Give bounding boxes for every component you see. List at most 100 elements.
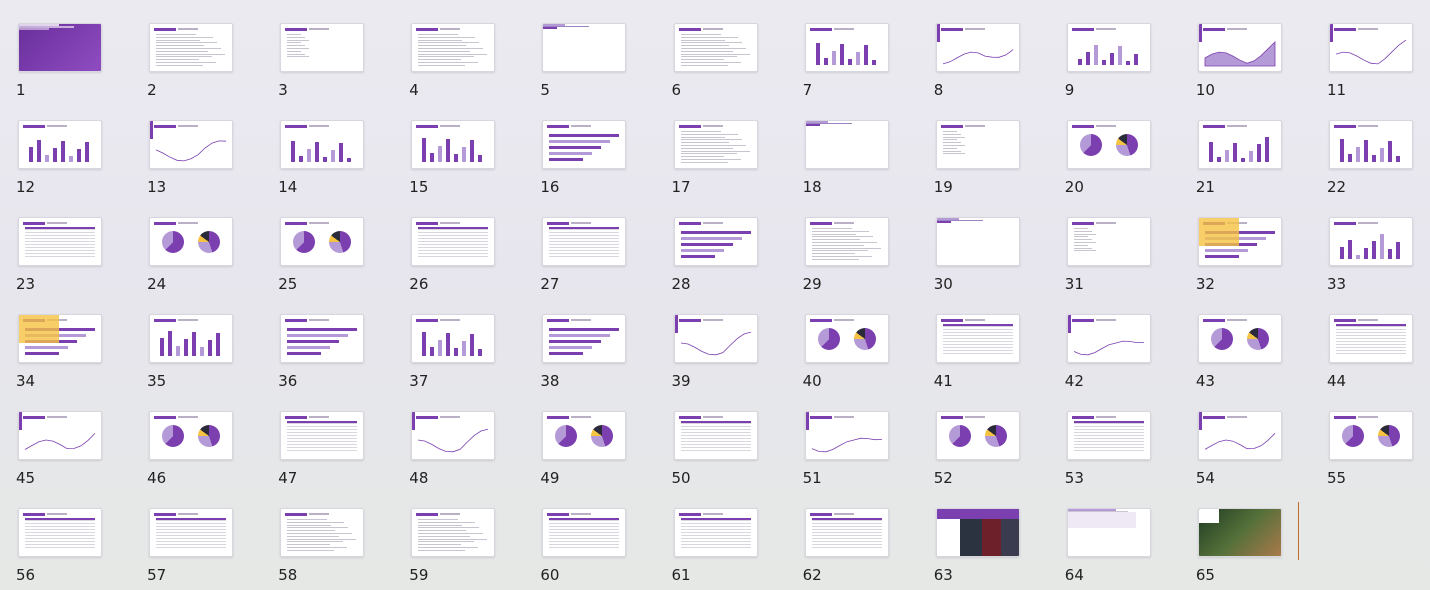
slide-thumbnail-item[interactable]: 10 xyxy=(1189,23,1309,103)
slide-thumbnail-item[interactable]: 37 xyxy=(402,314,522,394)
slide-thumbnail-item[interactable]: 43 xyxy=(1189,314,1309,394)
slide-thumbnail-item[interactable]: 6 xyxy=(665,23,785,103)
slide-preview[interactable] xyxy=(18,120,102,169)
slide-preview[interactable] xyxy=(804,120,889,169)
slide-thumbnail-item[interactable]: 21 xyxy=(1189,120,1309,200)
slide-preview[interactable] xyxy=(18,217,102,266)
slide-thumbnail-item[interactable]: 4 xyxy=(402,23,522,103)
slide-thumbnail-item[interactable]: 41 xyxy=(927,314,1047,394)
slide-thumbnail-item[interactable]: 29 xyxy=(796,217,916,297)
slide-thumbnail-item[interactable]: 63 xyxy=(927,508,1047,588)
slide-preview[interactable] xyxy=(1197,23,1282,72)
slide-thumbnail-item[interactable]: 55 xyxy=(1320,411,1430,491)
slide-preview[interactable] xyxy=(280,23,365,72)
slide-preview[interactable] xyxy=(149,23,234,72)
slide-thumbnail-item[interactable]: 52 xyxy=(927,411,1047,491)
slide-thumbnail-item[interactable]: 58 xyxy=(271,508,391,588)
slide-preview[interactable] xyxy=(804,508,889,557)
slide-thumbnail-item[interactable]: 53 xyxy=(1058,411,1178,491)
slide-preview[interactable] xyxy=(673,314,758,363)
slide-thumbnail-item[interactable]: 35 xyxy=(140,314,260,394)
slide-thumbnail-item[interactable]: 49 xyxy=(533,411,653,491)
slide-thumbnail-item[interactable]: 22 xyxy=(1320,120,1430,200)
slide-thumbnail-item[interactable]: 38 xyxy=(533,314,653,394)
slide-thumbnail-item[interactable]: 32 xyxy=(1189,217,1309,297)
slide-preview[interactable] xyxy=(804,314,889,363)
slide-preview[interactable] xyxy=(935,411,1020,460)
slide-preview[interactable] xyxy=(1197,120,1282,169)
slide-preview[interactable] xyxy=(542,23,627,72)
slide-thumbnail-item[interactable]: 5 xyxy=(533,23,653,103)
slide-preview[interactable] xyxy=(935,508,1020,557)
slide-thumbnail-item[interactable]: 23 xyxy=(9,217,129,297)
slide-preview[interactable] xyxy=(1066,23,1151,72)
slide-thumbnail-item[interactable]: 30 xyxy=(927,217,1047,297)
slide-preview[interactable] xyxy=(149,411,234,460)
slide-thumbnail-item[interactable]: 62 xyxy=(796,508,916,588)
slide-preview[interactable] xyxy=(804,217,889,266)
slide-thumbnail-item[interactable]: 3 xyxy=(271,23,391,103)
slide-preview[interactable] xyxy=(1066,217,1151,266)
slide-thumbnail-item[interactable]: 18 xyxy=(796,120,916,200)
slide-preview[interactable] xyxy=(673,508,758,557)
slide-preview[interactable] xyxy=(542,411,627,460)
slide-thumbnail-item[interactable]: 54 xyxy=(1189,411,1309,491)
slide-preview[interactable] xyxy=(18,314,102,363)
slide-preview[interactable] xyxy=(18,23,102,72)
slide-thumbnail-item[interactable]: 59 xyxy=(402,508,522,588)
slide-thumbnail-item[interactable]: 17 xyxy=(665,120,785,200)
slide-thumbnail-item[interactable]: 19 xyxy=(927,120,1047,200)
slide-preview[interactable] xyxy=(149,120,234,169)
slide-thumbnail-item[interactable]: 8 xyxy=(927,23,1047,103)
slide-thumbnail-item[interactable]: 25 xyxy=(271,217,391,297)
slide-thumbnail-item[interactable]: 28 xyxy=(665,217,785,297)
slide-preview[interactable] xyxy=(280,508,365,557)
slide-thumbnail-item[interactable]: 11 xyxy=(1320,23,1430,103)
slide-preview[interactable] xyxy=(1197,217,1282,266)
slide-thumbnail-item[interactable]: 42 xyxy=(1058,314,1178,394)
slide-preview[interactable] xyxy=(673,411,758,460)
slide-thumbnail-item[interactable]: 44 xyxy=(1320,314,1430,394)
slide-preview[interactable] xyxy=(149,508,234,557)
slide-preview[interactable] xyxy=(542,120,627,169)
slide-preview[interactable] xyxy=(411,314,496,363)
slide-preview[interactable] xyxy=(1329,411,1413,460)
slide-thumbnail-item[interactable]: 57 xyxy=(140,508,260,588)
slide-preview[interactable] xyxy=(673,217,758,266)
slide-preview[interactable] xyxy=(1329,217,1413,266)
slide-thumbnail-item[interactable]: 40 xyxy=(796,314,916,394)
slide-preview[interactable] xyxy=(18,411,102,460)
slide-preview[interactable] xyxy=(673,120,758,169)
slide-preview[interactable] xyxy=(411,508,496,557)
slide-thumbnail-item[interactable]: 64 xyxy=(1058,508,1178,588)
slide-thumbnail-item[interactable]: 48 xyxy=(402,411,522,491)
slide-thumbnail-item[interactable]: 15 xyxy=(402,120,522,200)
slide-thumbnail-item[interactable]: 13 xyxy=(140,120,260,200)
slide-thumbnail-item[interactable]: 27 xyxy=(533,217,653,297)
slide-thumbnail-item[interactable]: 47 xyxy=(271,411,391,491)
slide-thumbnail-item[interactable]: 9 xyxy=(1058,23,1178,103)
slide-preview[interactable] xyxy=(18,508,102,557)
slide-thumbnail-item[interactable]: 45 xyxy=(9,411,129,491)
slide-preview[interactable] xyxy=(1197,314,1282,363)
slide-thumbnail-item[interactable]: 33 xyxy=(1320,217,1430,297)
slide-preview[interactable] xyxy=(1197,411,1282,460)
slide-preview[interactable] xyxy=(935,314,1020,363)
slide-preview[interactable] xyxy=(411,120,496,169)
slide-preview[interactable] xyxy=(1329,314,1413,363)
slide-thumbnail-item[interactable]: 60 xyxy=(533,508,653,588)
slide-preview[interactable] xyxy=(280,411,365,460)
slide-preview[interactable] xyxy=(1329,23,1413,72)
slide-preview[interactable] xyxy=(280,120,365,169)
slide-preview[interactable] xyxy=(1329,120,1413,169)
slide-thumbnail-item[interactable]: 65 xyxy=(1189,508,1309,588)
slide-preview[interactable] xyxy=(149,314,234,363)
slide-preview[interactable] xyxy=(935,23,1020,72)
slide-preview[interactable] xyxy=(542,314,627,363)
slide-preview[interactable] xyxy=(149,217,234,266)
slide-preview[interactable] xyxy=(804,411,889,460)
slide-thumbnail-item[interactable]: 31 xyxy=(1058,217,1178,297)
slide-preview[interactable] xyxy=(280,217,365,266)
slide-preview[interactable] xyxy=(280,314,365,363)
slide-thumbnail-item[interactable]: 24 xyxy=(140,217,260,297)
